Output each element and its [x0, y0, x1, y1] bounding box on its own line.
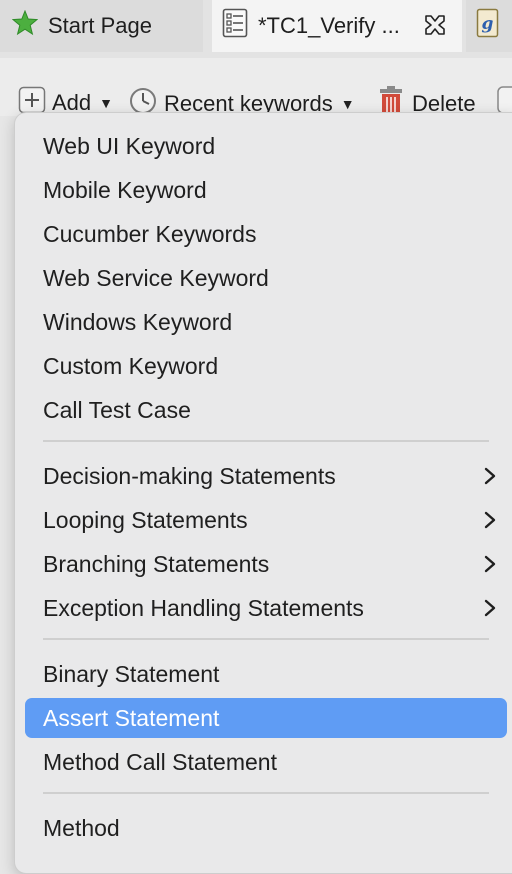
menu-item-assert-statement[interactable]: Assert Statement: [25, 698, 507, 738]
groovy-script-icon: g: [476, 8, 500, 44]
menu-item-windows-keyword[interactable]: Windows Keyword: [25, 302, 507, 342]
menu-item-method-call-statement[interactable]: Method Call Statement: [25, 742, 507, 782]
menu-item-label: Exception Handling Statements: [43, 594, 364, 621]
menu-item-label: Decision-making Statements: [43, 462, 336, 489]
menu-item-call-test-case[interactable]: Call Test Case: [25, 390, 507, 430]
chevron-right-icon: [484, 555, 496, 573]
move-up-button[interactable]: [497, 86, 512, 114]
test-case-icon: [222, 8, 248, 44]
menu-item-label: Branching Statements: [43, 550, 270, 577]
tab-test-case[interactable]: *TC1_Verify ...: [212, 0, 462, 52]
menu-item-binary-statement[interactable]: Binary Statement: [25, 654, 507, 694]
menu-item-cucumber-keywords[interactable]: Cucumber Keywords: [25, 214, 507, 254]
chevron-down-icon[interactable]: ▼: [99, 95, 113, 111]
menu-separator: [43, 638, 489, 640]
chevron-right-icon: [484, 599, 496, 617]
menu-separator: [43, 792, 489, 794]
close-icon[interactable]: [422, 12, 448, 38]
menu-item-looping-statements[interactable]: Looping Statements: [25, 500, 507, 540]
add-dropdown-menu: Web UI Keyword Mobile Keyword Cucumber K…: [14, 112, 512, 874]
menu-item-decision-making-statements[interactable]: Decision-making Statements: [25, 456, 507, 496]
menu-separator: [43, 440, 489, 442]
tab-label: *TC1_Verify ...: [258, 13, 400, 38]
chevron-right-icon: [484, 467, 496, 485]
menu-item-exception-handling-statements[interactable]: Exception Handling Statements: [25, 588, 507, 628]
chevron-right-icon: [484, 511, 496, 529]
chevron-down-icon[interactable]: ▼: [341, 96, 355, 112]
menu-item-custom-keyword[interactable]: Custom Keyword: [25, 346, 507, 386]
menu-item-method[interactable]: Method: [25, 808, 507, 848]
svg-text:g: g: [482, 14, 494, 34]
editor-tab-bar: Start Page *TC1_Verify ... g: [0, 0, 512, 59]
tab-start-page[interactable]: Start Page: [0, 0, 203, 52]
menu-item-branching-statements[interactable]: Branching Statements: [25, 544, 507, 584]
move-up-icon: [497, 86, 512, 114]
star-icon: [11, 9, 39, 42]
menu-item-mobile-keyword[interactable]: Mobile Keyword: [25, 170, 507, 210]
menu-item-label: Looping Statements: [43, 506, 248, 533]
tab-groovy-script[interactable]: g: [466, 0, 512, 52]
menu-item-web-service-keyword[interactable]: Web Service Keyword: [25, 258, 507, 298]
menu-item-web-ui-keyword[interactable]: Web UI Keyword: [25, 126, 507, 166]
tab-label: Start Page: [48, 13, 152, 38]
step-toolbar: Add ▼ Recent keywords ▼ Delete: [0, 58, 512, 116]
